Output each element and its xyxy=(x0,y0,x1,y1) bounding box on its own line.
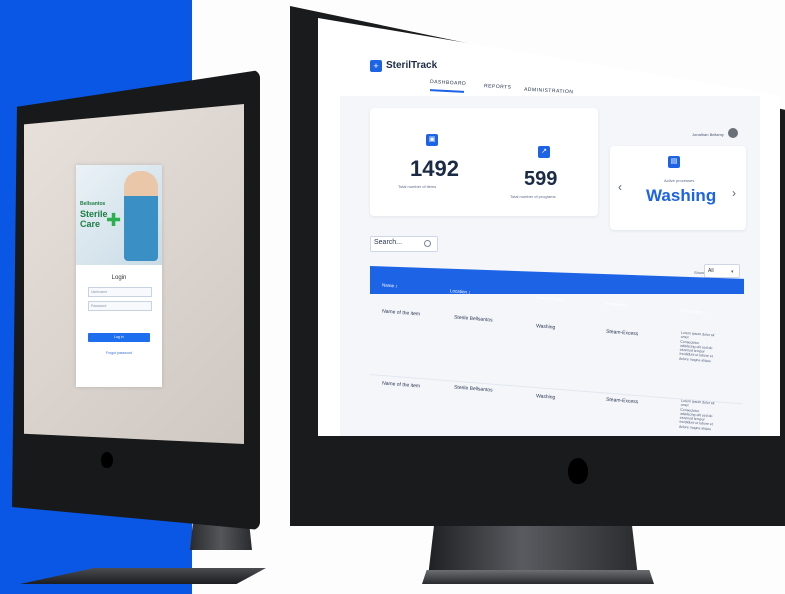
tab-reports[interactable]: REPORTS xyxy=(484,83,512,90)
login-card: Bellsantos Sterile Care ✚ Login Username… xyxy=(76,165,162,387)
brand-line-1: Bellsantos xyxy=(80,201,106,207)
total-programs-value: 599 xyxy=(524,168,558,190)
password-placeholder: Password xyxy=(91,304,107,308)
show-label: Show xyxy=(694,270,705,275)
row1-comments: Lorem ipsum dolor sit amet Consectetur a… xyxy=(679,331,715,364)
plus-icon: ✚ xyxy=(106,210,122,230)
stats-card: ▣ 1492 Total number of items ↗ 599 Total… xyxy=(370,108,598,216)
login-hero-image: Bellsantos Sterile Care ✚ xyxy=(76,165,162,265)
apple-logo-icon xyxy=(568,458,588,484)
total-programs-label: Total number of programs xyxy=(510,194,556,199)
total-items-value: 1492 xyxy=(410,156,459,181)
username-placeholder: Username xyxy=(91,290,108,294)
box-icon: ▣ xyxy=(426,134,438,146)
login-button[interactable]: Log in xyxy=(88,333,150,342)
calendar-icon: ▤ xyxy=(668,156,680,168)
login-button-label: Log in xyxy=(114,335,124,339)
username-field[interactable]: Username xyxy=(88,287,152,297)
user-name[interactable]: Jonathan Bellamy xyxy=(692,132,724,137)
big-monitor-foot xyxy=(422,570,654,584)
chevron-down-icon: ▾ xyxy=(731,269,734,275)
process-value: Washing xyxy=(646,186,717,205)
small-monitor-foot xyxy=(20,568,266,584)
app-brand[interactable]: SterilTrack xyxy=(386,60,437,71)
row2-comments: Lorem ipsum dolor sit amet Consectetur a… xyxy=(679,399,715,432)
nurse-photo xyxy=(124,171,158,261)
apple-logo-icon xyxy=(101,452,113,468)
password-field[interactable]: Password xyxy=(88,301,152,311)
active-tab-indicator xyxy=(429,89,465,93)
chevron-left-icon[interactable]: ‹ xyxy=(618,180,622,194)
process-label: Active processes xyxy=(664,178,695,183)
tab-dashboard[interactable]: DASHBOARD xyxy=(430,79,466,87)
forgot-password-link[interactable]: Forgot password xyxy=(76,351,162,355)
tab-administration[interactable]: ADMINISTRATION xyxy=(524,87,574,96)
show-value: All xyxy=(708,268,714,274)
login-title: Login xyxy=(111,275,127,281)
small-monitor: Bellsantos Sterile Care ✚ Login Username… xyxy=(0,0,330,594)
total-items-label: Total number of items xyxy=(398,184,437,189)
app-logo-icon[interactable]: + xyxy=(370,60,382,72)
chart-icon: ↗ xyxy=(538,146,550,158)
search-icon[interactable] xyxy=(424,240,431,247)
chevron-right-icon[interactable]: › xyxy=(732,186,736,200)
avatar[interactable] xyxy=(728,128,738,138)
search-placeholder: Search... xyxy=(374,239,403,246)
process-card: ‹ ▤ Active processes Washing › xyxy=(610,146,746,230)
